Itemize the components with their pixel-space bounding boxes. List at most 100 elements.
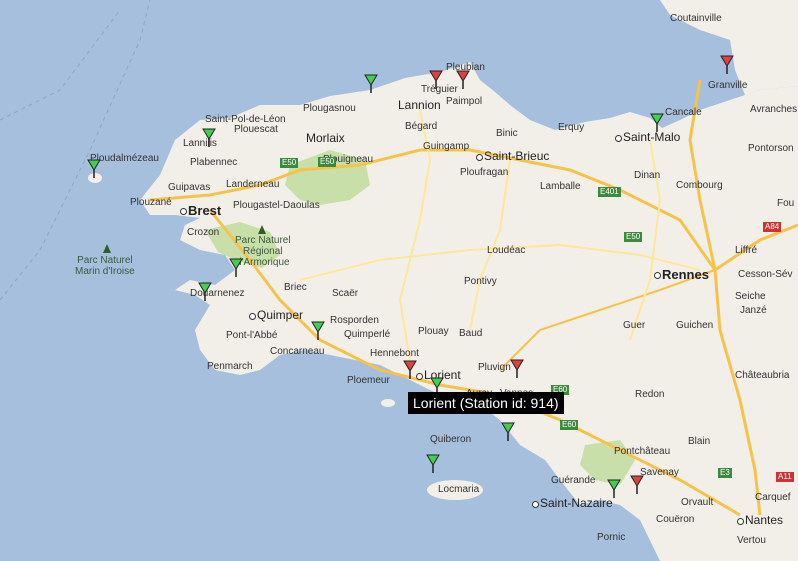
place-label: Guer <box>623 320 646 331</box>
park-tree-icon <box>258 225 266 234</box>
station-marker-icon[interactable] <box>720 55 734 75</box>
place-label: Pont-l'Abbé <box>226 330 278 341</box>
place-label: Landerneau <box>226 179 280 190</box>
station-marker-icon[interactable] <box>501 422 515 442</box>
place-label: Pontchâteau <box>614 446 671 457</box>
station-marker-icon[interactable] <box>311 321 325 341</box>
place-label: Guingamp <box>423 141 470 152</box>
place-label: Ploufragan <box>460 167 509 178</box>
place-label: Saint-Brieuc <box>484 149 550 163</box>
place-label: Plabennec <box>190 157 238 168</box>
place-label: Vertou <box>737 535 766 546</box>
place-label: Erquy <box>558 122 585 133</box>
station-marker-icon[interactable] <box>650 113 664 133</box>
place-label: Cancale <box>665 107 702 118</box>
road-shield: E3 <box>718 468 732 478</box>
place-label: Plougasnou <box>303 103 356 114</box>
place-label: Plouescat <box>234 124 278 135</box>
place-label: Quimperlé <box>344 329 391 340</box>
station-marker-icon[interactable] <box>426 454 440 474</box>
place-label: Redon <box>635 389 665 400</box>
place-label: Plougastel-Daoulas <box>233 200 320 211</box>
place-label: Janzé <box>740 305 767 316</box>
place-label: Baud <box>459 328 483 339</box>
road-shield: A11 <box>776 472 794 482</box>
park-label: Parc Naturel Régional d'Armorique <box>235 235 291 268</box>
place-label: Morlaix <box>306 131 345 145</box>
station-marker-icon[interactable] <box>202 128 216 148</box>
city-dot <box>532 501 539 508</box>
place-label: Rennes <box>662 267 709 282</box>
road-shield: E50 <box>280 158 299 168</box>
station-marker-icon[interactable] <box>198 282 212 302</box>
place-label: Quiberon <box>430 434 472 445</box>
road-shield: E401 <box>598 187 621 197</box>
place-label: Locmaria <box>438 484 480 495</box>
city-dot <box>476 154 483 161</box>
road-shield: E50 <box>624 232 643 242</box>
place-label: Pornic <box>597 532 626 543</box>
place-label: Cesson-Sév <box>738 269 793 280</box>
place-label: Coutainville <box>670 13 722 24</box>
station-marker-icon[interactable] <box>429 70 443 90</box>
road-shield: E50 <box>318 157 337 167</box>
place-label: Concarneau <box>270 346 325 357</box>
place-label: Granville <box>708 80 748 91</box>
station-marker-icon[interactable] <box>630 475 644 495</box>
place-label: Crozon <box>187 227 220 238</box>
place-label: Orvault <box>681 497 714 508</box>
place-label: Briec <box>284 282 307 293</box>
place-label: Lamballe <box>540 181 581 192</box>
place-label: Guipavas <box>168 182 211 193</box>
place-label: Bégard <box>405 121 438 132</box>
road-shield: E60 <box>560 420 579 430</box>
map-canvas[interactable]: Coutainville Granville Avranches Cancale Sai… <box>0 0 798 561</box>
place-label: Brest <box>188 203 222 218</box>
place-label: Plouzané <box>130 197 172 208</box>
place-label: Avranches <box>750 104 798 115</box>
station-marker-icon[interactable] <box>87 159 101 179</box>
place-label: Scaër <box>332 288 359 299</box>
place-label: Fou <box>777 198 795 209</box>
place-label: Rosporden <box>330 315 379 326</box>
city-dot <box>654 272 661 279</box>
city-dot <box>615 135 622 142</box>
place-label: Liffré <box>735 245 758 256</box>
place-label: Saint-Nazaire <box>540 496 613 510</box>
place-label: Hennebont <box>370 348 419 359</box>
place-label: Guichen <box>676 320 714 331</box>
station-marker-icon[interactable] <box>403 360 417 380</box>
place-label: Plouay <box>418 326 449 337</box>
place-label: Carquef <box>755 492 791 503</box>
station-marker-icon[interactable] <box>456 70 470 90</box>
road-shield: A84 <box>763 222 782 232</box>
place-label: Pluvign <box>478 362 511 373</box>
place-label: Couëron <box>656 514 695 525</box>
place-label: Pontorson <box>748 143 794 154</box>
place-label: Lannion <box>398 98 441 112</box>
park-tree-icon <box>103 244 111 253</box>
city-dot <box>737 518 744 525</box>
place-label: Guérande <box>551 475 596 486</box>
place-label: Loudéac <box>487 245 526 256</box>
place-label: Ploemeur <box>347 375 390 386</box>
city-dot <box>249 313 256 320</box>
station-marker-icon[interactable] <box>229 258 243 278</box>
station-tooltip: Lorient (Station id: 914) <box>408 392 564 414</box>
station-marker-icon[interactable] <box>510 359 524 379</box>
place-label: Blain <box>688 436 711 447</box>
place-label: Combourg <box>676 180 723 191</box>
place-label: Penmarch <box>207 361 253 372</box>
place-label: Saint-Malo <box>623 130 681 144</box>
station-marker-icon[interactable] <box>607 479 621 499</box>
city-dot <box>416 373 423 380</box>
place-label: Pontivy <box>464 276 497 287</box>
place-label: Châteaubria <box>735 370 790 381</box>
place-label: Seiche <box>735 291 766 302</box>
place-label: Nantes <box>745 513 784 527</box>
park-label: Parc Naturel Marin d'Iroise <box>75 255 135 277</box>
place-label: Dinan <box>634 170 661 181</box>
station-marker-icon[interactable] <box>364 74 378 94</box>
place-label: Paimpol <box>446 96 483 107</box>
place-label: Binic <box>496 128 518 139</box>
